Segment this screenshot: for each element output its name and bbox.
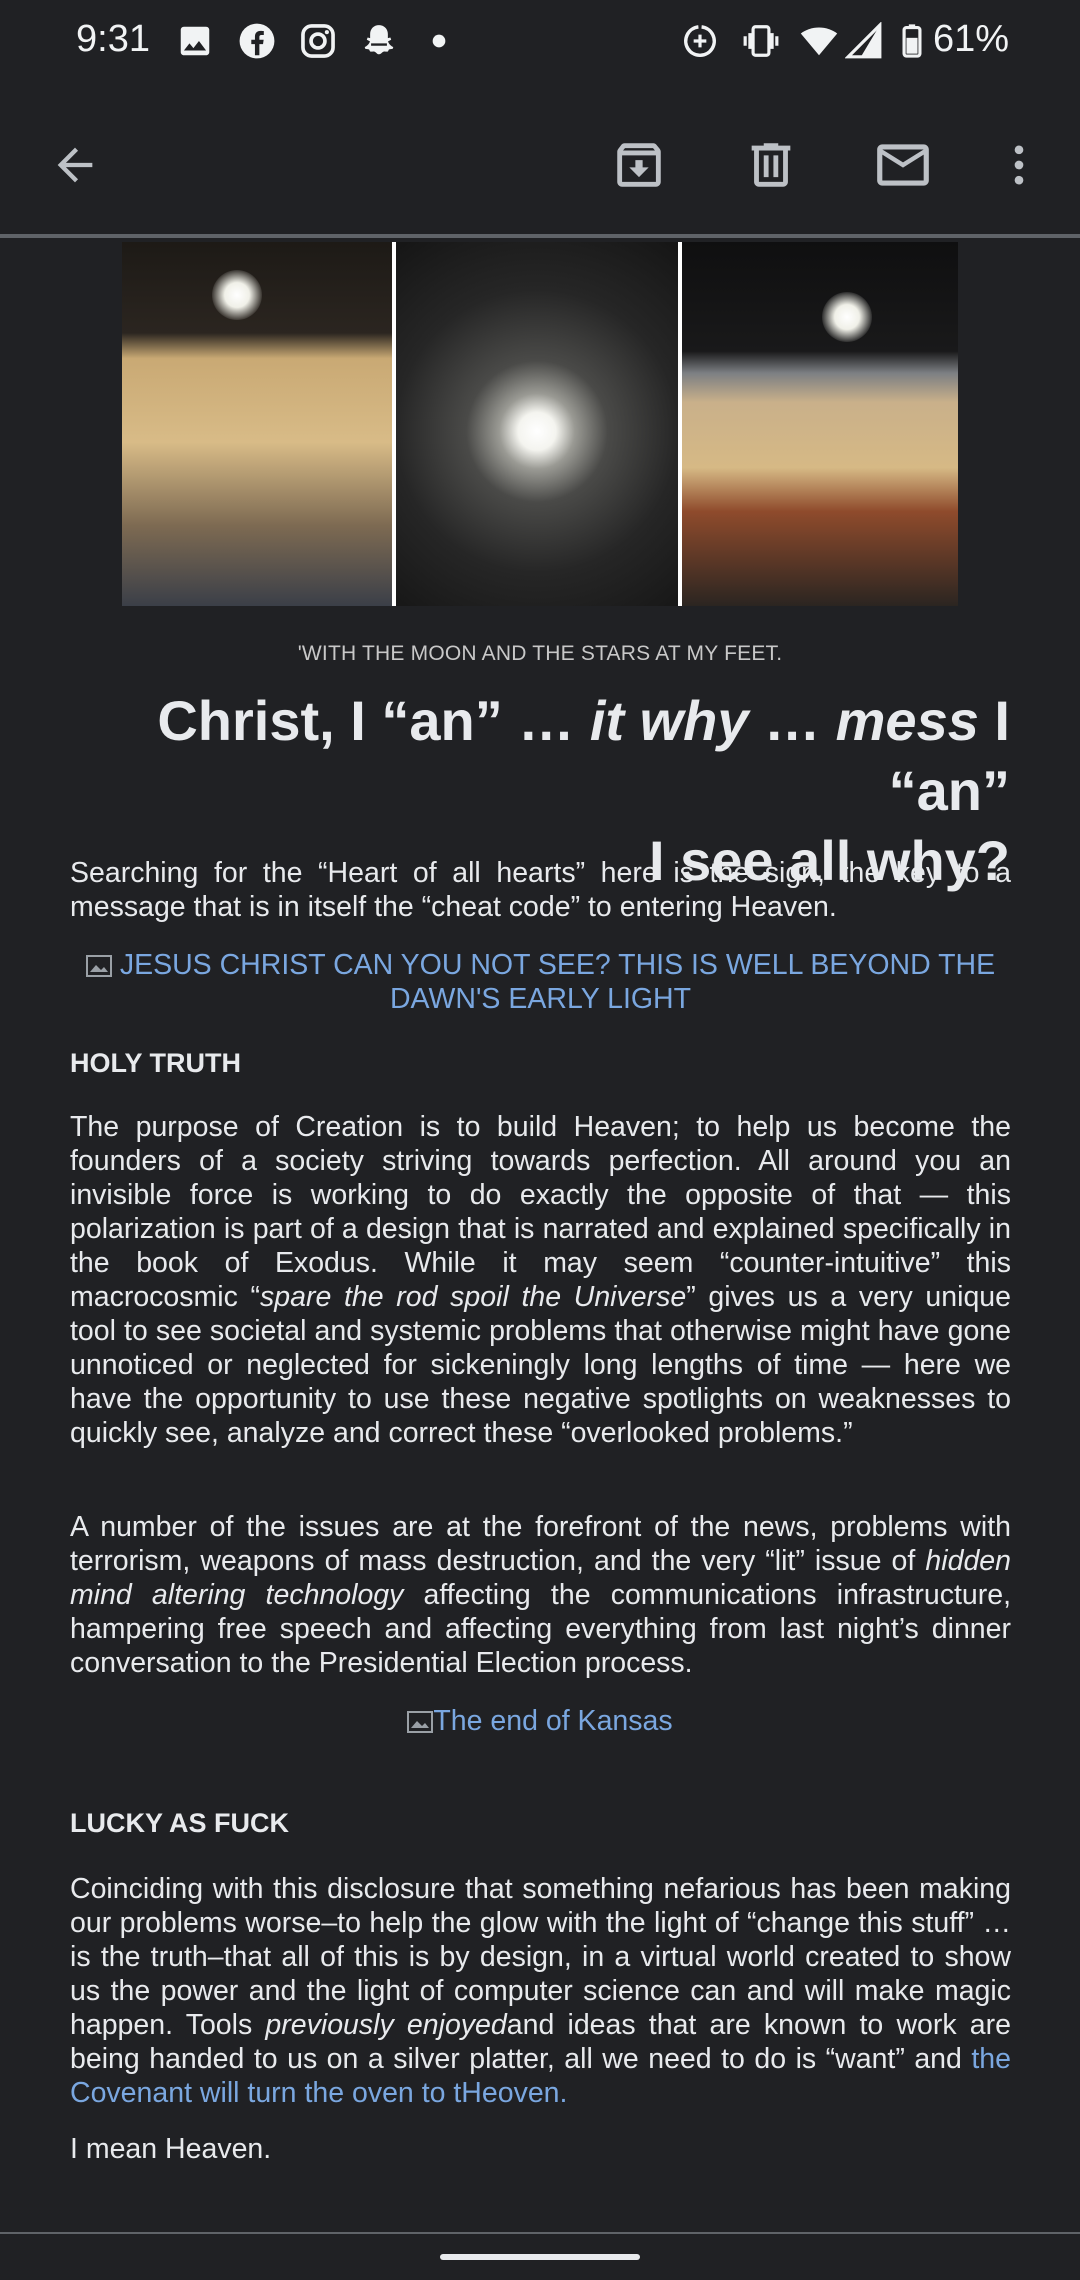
holy-truth-paragraph-2: A number of the issues are at the forefr… — [70, 1511, 1011, 1679]
vibrate-icon — [743, 25, 779, 57]
delete-icon — [751, 143, 791, 187]
image-link-kansas[interactable]: The end of Kansas — [360, 1704, 720, 1738]
dot-icon — [432, 34, 446, 48]
closing-line: I mean Heaven. — [70, 2133, 272, 2165]
back-button[interactable] — [40, 130, 110, 200]
bottom-divider — [0, 2232, 1080, 2234]
photo-icon — [180, 26, 210, 56]
lucky-paragraph: Coinciding with this disclosure that som… — [70, 1873, 1011, 2109]
section-heading-holy-truth: HOLY TRUTH — [70, 1048, 242, 1078]
archive-icon — [617, 143, 661, 187]
hero-panel-moon — [396, 242, 678, 606]
broken-image-icon — [407, 1711, 434, 1734]
delete-button[interactable] — [736, 130, 806, 200]
image-link-jesus[interactable]: JESUS CHRIST CAN YOU NOT SEE? THIS IS WE… — [70, 948, 1011, 1016]
broken-image-icon — [85, 955, 112, 978]
home-gesture-bar[interactable] — [440, 2254, 640, 2260]
hero-image — [122, 242, 958, 606]
status-time: 9:31 — [76, 18, 150, 60]
mark-unread-icon — [877, 144, 929, 186]
section-heading-lucky: LUCKY AS FUCK — [70, 1808, 290, 1838]
hero-panel-right — [682, 242, 958, 606]
status-bar: 9:31 61% — [0, 0, 1080, 88]
toolbar-divider — [0, 234, 1080, 238]
more-vert-icon — [1014, 145, 1024, 185]
light-glow — [822, 292, 872, 342]
facebook-icon — [239, 23, 275, 59]
battery-icon — [902, 24, 922, 58]
signal-icon — [845, 22, 882, 59]
battery-percentage: 61% — [933, 18, 1010, 60]
wifi-icon — [800, 27, 838, 56]
data-saver-icon — [684, 25, 716, 58]
mark-unread-button[interactable] — [868, 130, 938, 200]
archive-button[interactable] — [604, 130, 674, 200]
back-arrow-icon — [57, 147, 93, 183]
instagram-icon — [301, 24, 335, 58]
holy-truth-paragraph-1: The purpose of Creation is to build Heav… — [70, 1111, 1012, 1449]
snapchat-icon — [364, 25, 394, 55]
intro-paragraph: Searching for the “Heart of all hearts” … — [70, 857, 1011, 923]
more-options-button[interactable] — [984, 130, 1054, 200]
image-caption: 'WITH THE MOON AND THE STARS AT MY FEET. — [297, 642, 783, 665]
light-glow — [212, 270, 262, 320]
email-toolbar — [0, 110, 1080, 220]
hero-panel-left — [122, 242, 392, 606]
